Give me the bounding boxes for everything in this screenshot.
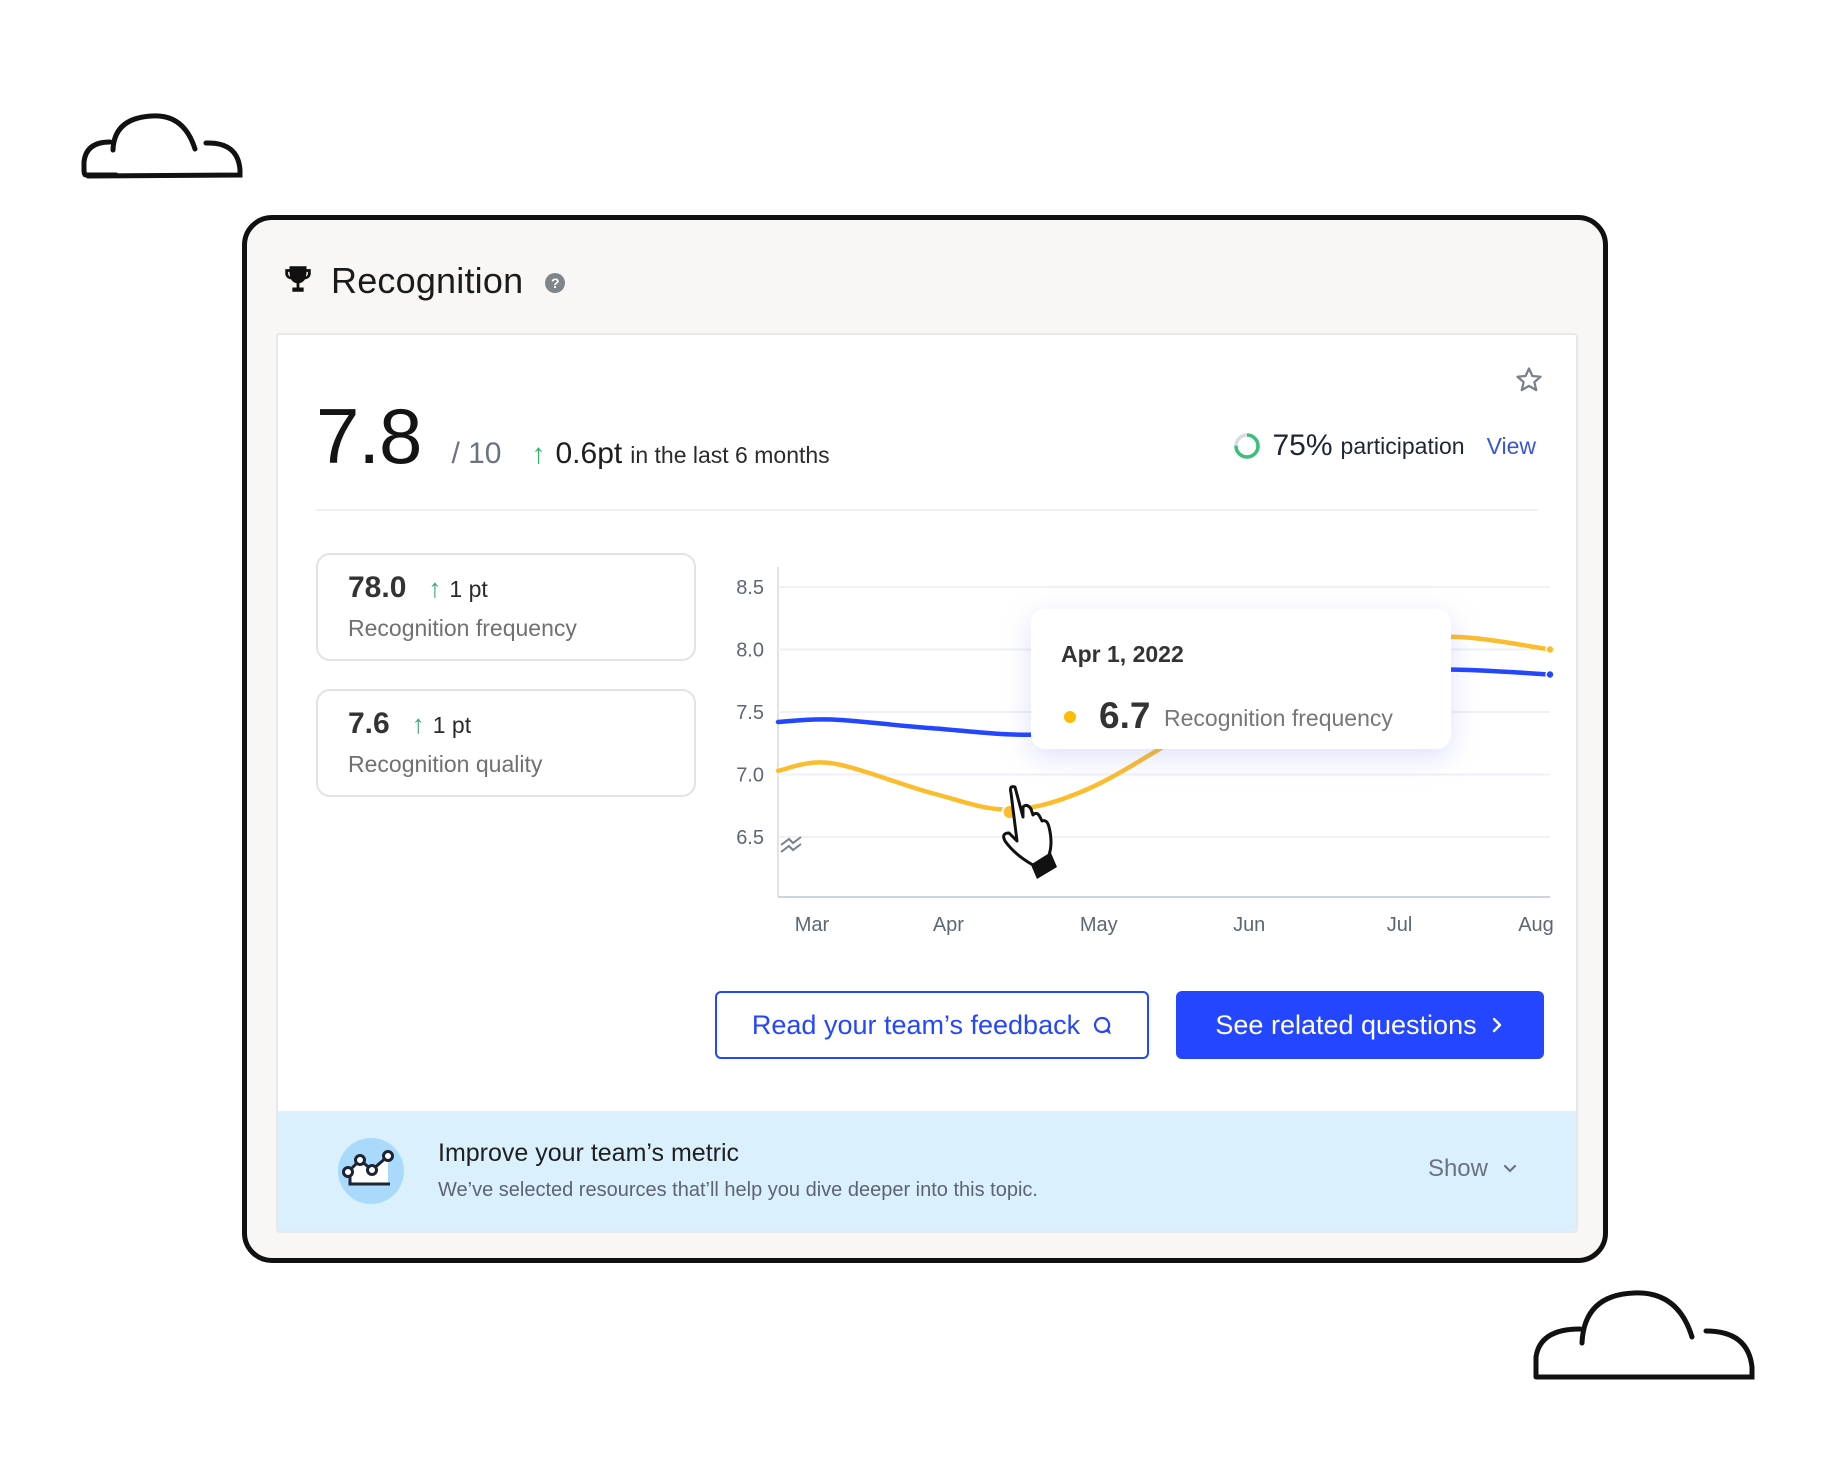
y-tick-label: 8.0 — [736, 640, 764, 662]
tooltip-legend-dot — [1064, 711, 1076, 723]
metric-delta: 1 pt — [449, 576, 488, 602]
cloud-icon — [1533, 1290, 1755, 1380]
y-tick-label: 7.5 — [736, 702, 764, 724]
banner-subtitle: We’ve selected resources that’ll help yo… — [438, 1179, 1038, 1201]
metric-tile-quality[interactable]: 7.6 ↑ 1 pt Recognition quality — [316, 689, 696, 797]
read-feedback-button[interactable]: Read your team’s feedback — [715, 991, 1149, 1059]
metric-label: Recognition quality — [348, 751, 543, 777]
chart-tooltip: Apr 1, 2022 6.7 Recognition frequency — [1031, 609, 1451, 749]
participation-ring-icon — [1234, 433, 1261, 459]
see-related-questions-button[interactable]: See related questions — [1176, 991, 1544, 1059]
tooltip-date: Apr 1, 2022 — [1061, 641, 1184, 667]
score-summary: 7.8 / 10 ↑ 0.6pt in the last 6 months — [316, 391, 830, 482]
metric-delta: 1 pt — [432, 712, 472, 738]
series-end-point — [1545, 644, 1555, 655]
participation-label: participation — [1340, 432, 1465, 459]
metric-tile-frequency[interactable]: 78.0 ↑ 1 pt Recognition frequency — [316, 553, 696, 661]
cloud-icon — [81, 113, 243, 179]
score-delta: ↑ 0.6pt in the last 6 months — [531, 437, 829, 471]
chevron-down-icon — [1503, 1164, 1517, 1173]
metric-value: 78.0 — [348, 571, 407, 604]
comment-icon — [1092, 1015, 1112, 1035]
x-tick-label: Mar — [795, 914, 830, 936]
delta-period: in the last 6 months — [630, 442, 830, 468]
axis-break-icon — [780, 836, 802, 853]
arrow-up-icon: ↑ — [428, 573, 442, 603]
participation: 75% participation View — [1232, 429, 1536, 463]
arrow-up-icon: ↑ — [531, 438, 546, 469]
x-tick-label: Apr — [933, 914, 964, 936]
x-tick-label: Aug — [1518, 914, 1554, 936]
question-circle-icon[interactable]: ? — [545, 273, 566, 293]
show-resources-button[interactable]: Show — [1428, 1155, 1518, 1183]
star-outline-icon[interactable] — [1514, 365, 1544, 400]
recognition-widget: Recognition ? 7.8 / 10 ↑ 0.6pt in the la… — [242, 215, 1608, 1263]
improve-metric-banner: Improve your team’s metric We’ve selecte… — [278, 1111, 1576, 1231]
participation-percent: 75% — [1272, 429, 1333, 462]
y-tick-label: 7.0 — [736, 765, 764, 787]
trophy-icon — [281, 262, 315, 301]
banner-title: Improve your team’s metric — [438, 1139, 740, 1167]
widget-header: Recognition ? — [281, 260, 566, 302]
see-related-label: See related questions — [1215, 1009, 1477, 1040]
view-participation-link[interactable]: View — [1487, 433, 1536, 460]
chevron-right-icon — [1489, 1015, 1505, 1035]
page-title: Recognition — [331, 260, 524, 301]
x-tick-label: Jun — [1233, 914, 1265, 936]
tooltip-label: Recognition frequency — [1164, 705, 1393, 731]
metric-value: 7.6 — [348, 707, 390, 740]
chart-growth-icon — [338, 1138, 404, 1204]
metric-label: Recognition frequency — [348, 615, 577, 641]
tooltip-value: 6.7 — [1099, 695, 1150, 736]
y-tick-label: 6.5 — [736, 827, 764, 849]
read-feedback-label: Read your team’s feedback — [751, 1009, 1081, 1040]
trend-chart: Mar Apr May Jun Jul Aug 8.5 8.0 7.5 7.0 6.5 Apr 1… — [736, 567, 1555, 936]
series-end-point — [1545, 669, 1555, 680]
score-out-of: / 10 — [451, 437, 502, 470]
y-tick-label: 8.5 — [736, 577, 764, 599]
hand-cursor-icon — [1002, 785, 1057, 879]
divider — [316, 509, 1538, 511]
delta-value: 0.6pt — [555, 437, 623, 470]
score-value: 7.8 — [316, 392, 422, 480]
metric-card: 7.8 / 10 ↑ 0.6pt in the last 6 months 75… — [276, 333, 1578, 1233]
x-tick-label: Jul — [1387, 914, 1413, 936]
arrow-up-icon: ↑ — [411, 709, 425, 739]
x-tick-label: May — [1080, 914, 1118, 936]
show-label: Show — [1427, 1155, 1488, 1182]
